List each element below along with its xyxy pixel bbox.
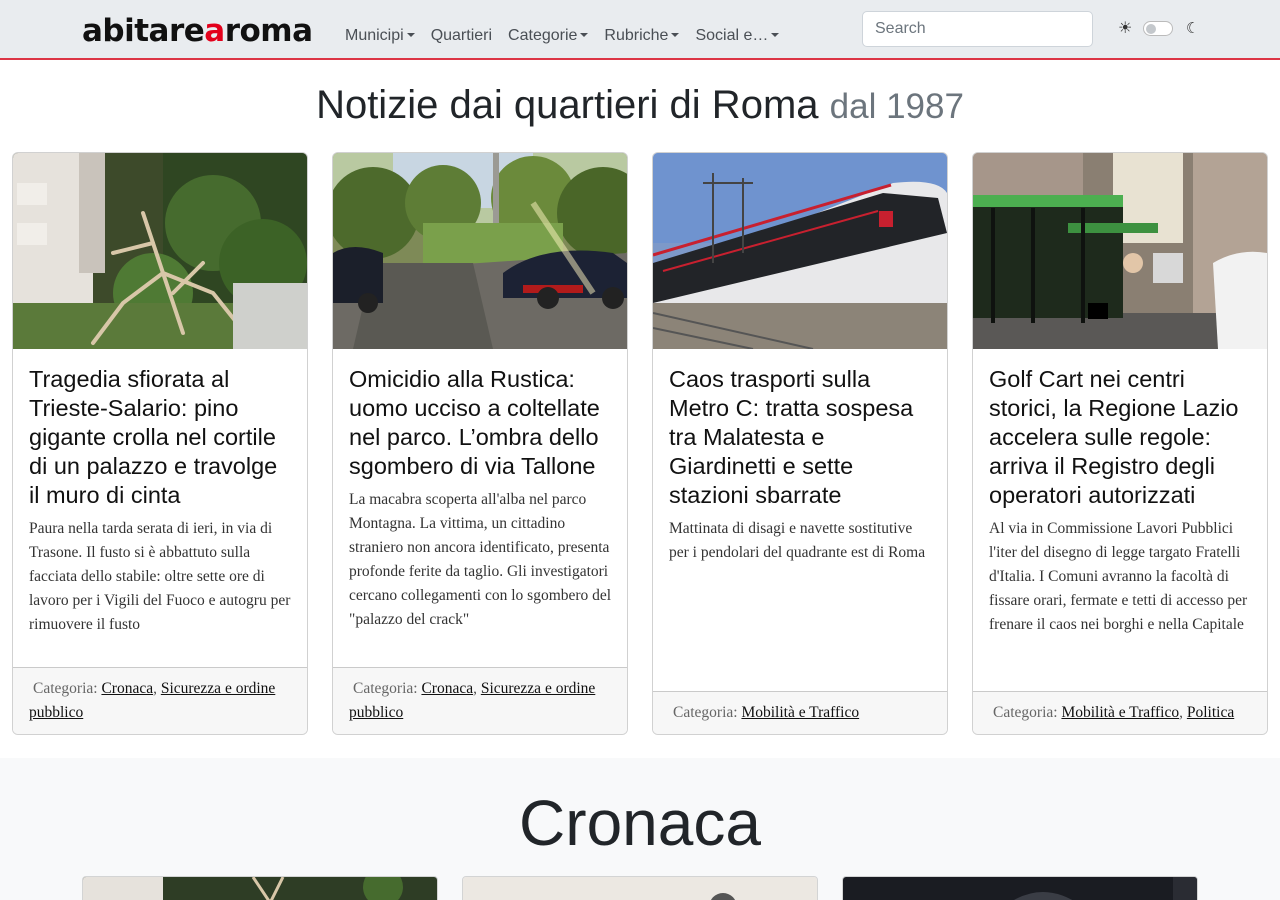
card-text: Mattinata di disagi e navette sostitutiv…: [669, 520, 926, 561]
card-footer: Categoria: Mobilità e Traffico: [653, 691, 947, 734]
caret-down-icon: [771, 33, 780, 37]
fallen-tree-thumb: [83, 877, 437, 900]
search-input[interactable]: [862, 11, 1093, 47]
card-image-golf-cart[interactable]: [973, 153, 1267, 349]
headline-muted: dal 1987: [829, 87, 964, 126]
cronaca-thumbnail[interactable]: [842, 876, 1198, 900]
logo-text-part2: roma: [224, 13, 313, 49]
moon-icon: ☾: [1186, 20, 1200, 37]
main-menu: Municipi Quartieri Categorie Rubriche So…: [345, 24, 795, 48]
news-card[interactable]: Omicidio alla Rustica: uomo ucciso a col…: [332, 152, 628, 735]
logo-text-part1: abitare: [82, 13, 205, 49]
menu-item-label: Social e…: [695, 27, 769, 44]
site-logo[interactable]: abitarearoma: [82, 13, 313, 49]
category-label: Categoria:: [673, 704, 738, 721]
menu-item-categorie[interactable]: Categorie: [508, 24, 589, 48]
cronaca-thumbnail[interactable]: [82, 876, 438, 900]
category-link-cronaca[interactable]: Cronaca: [101, 680, 153, 697]
caret-down-icon: [406, 33, 415, 37]
news-card[interactable]: Caos trasporti sulla Metro C: tratta sos…: [652, 152, 948, 735]
menu-item-social[interactable]: Social e…: [695, 24, 780, 48]
cronaca-section: Cronaca: [0, 758, 1280, 900]
golf-cart-street-photo: [973, 153, 1267, 349]
logo-text-accent: a: [204, 13, 225, 49]
card-image-fallen-tree[interactable]: [13, 153, 307, 349]
headline-main: Notizie dai quartieri di Roma: [316, 83, 819, 127]
news-card[interactable]: Golf Cart nei centri storici, la Regione…: [972, 152, 1268, 735]
card-footer: Categoria: Cronaca, Sicurezza e ordine p…: [333, 667, 627, 734]
menu-item-quartieri[interactable]: Quartieri: [431, 24, 492, 48]
dark-mode-switch[interactable]: [1143, 21, 1173, 36]
card-footer: Categoria: Cronaca, Sicurezza e ordine p…: [13, 667, 307, 734]
menu-item-label: Municipi: [345, 27, 404, 44]
category-label: Categoria:: [993, 704, 1058, 721]
menu-item-label: Categorie: [508, 27, 578, 44]
category-label: Categoria:: [33, 680, 98, 697]
top-navbar: abitarearoma Municipi Quartieri Categori…: [0, 0, 1280, 60]
caret-down-icon: [580, 33, 589, 37]
page-headline: Notizie dai quartieri di Roma dal 1987: [0, 82, 1280, 130]
fallen-tree-photo: [13, 153, 307, 349]
card-image-metro-train[interactable]: [653, 153, 947, 349]
category-link-cronaca[interactable]: Cronaca: [421, 680, 473, 697]
metro-train-photo: [653, 153, 947, 349]
menu-item-label: Quartieri: [430, 27, 493, 44]
card-image-park-police[interactable]: [333, 153, 627, 349]
category-link-mobilita[interactable]: Mobilità e Traffico: [1061, 704, 1179, 721]
news-card[interactable]: Tragedia sfiorata al Trieste-Salario: pi…: [12, 152, 308, 735]
category-label: Categoria:: [353, 680, 418, 697]
menu-item-municipi[interactable]: Municipi: [345, 24, 415, 48]
night-thumb: [843, 877, 1197, 900]
park-police-photo: [333, 153, 627, 349]
category-link-politica[interactable]: Politica: [1187, 704, 1234, 721]
card-text: Al via in Commissione Lavori Pubblici l'…: [989, 520, 1248, 633]
section-title: Cronaca: [519, 787, 761, 859]
card-title[interactable]: Omicidio alla Rustica: uomo ucciso a col…: [349, 365, 611, 481]
menu-item-label: Rubriche: [604, 27, 669, 44]
theme-toggle[interactable]: ☀ ☾: [1118, 20, 1202, 38]
sun-icon: ☀: [1118, 20, 1133, 37]
card-title[interactable]: Golf Cart nei centri storici, la Regione…: [989, 365, 1251, 510]
card-text: Paura nella tarda serata di ieri, in via…: [29, 520, 291, 633]
park-thumb: [463, 877, 817, 900]
caret-down-icon: [671, 33, 680, 37]
menu-item-rubriche[interactable]: Rubriche: [604, 24, 680, 48]
card-title[interactable]: Caos trasporti sulla Metro C: tratta sos…: [669, 365, 931, 510]
switch-knob: [1146, 24, 1156, 34]
card-footer: Categoria: Mobilità e Traffico, Politica: [973, 691, 1267, 734]
cronaca-thumbnail[interactable]: [462, 876, 818, 900]
category-link-mobilita[interactable]: Mobilità e Traffico: [741, 704, 859, 721]
card-text: La macabra scoperta all'alba nel parco M…: [349, 491, 612, 628]
card-title[interactable]: Tragedia sfiorata al Trieste-Salario: pi…: [29, 365, 291, 510]
